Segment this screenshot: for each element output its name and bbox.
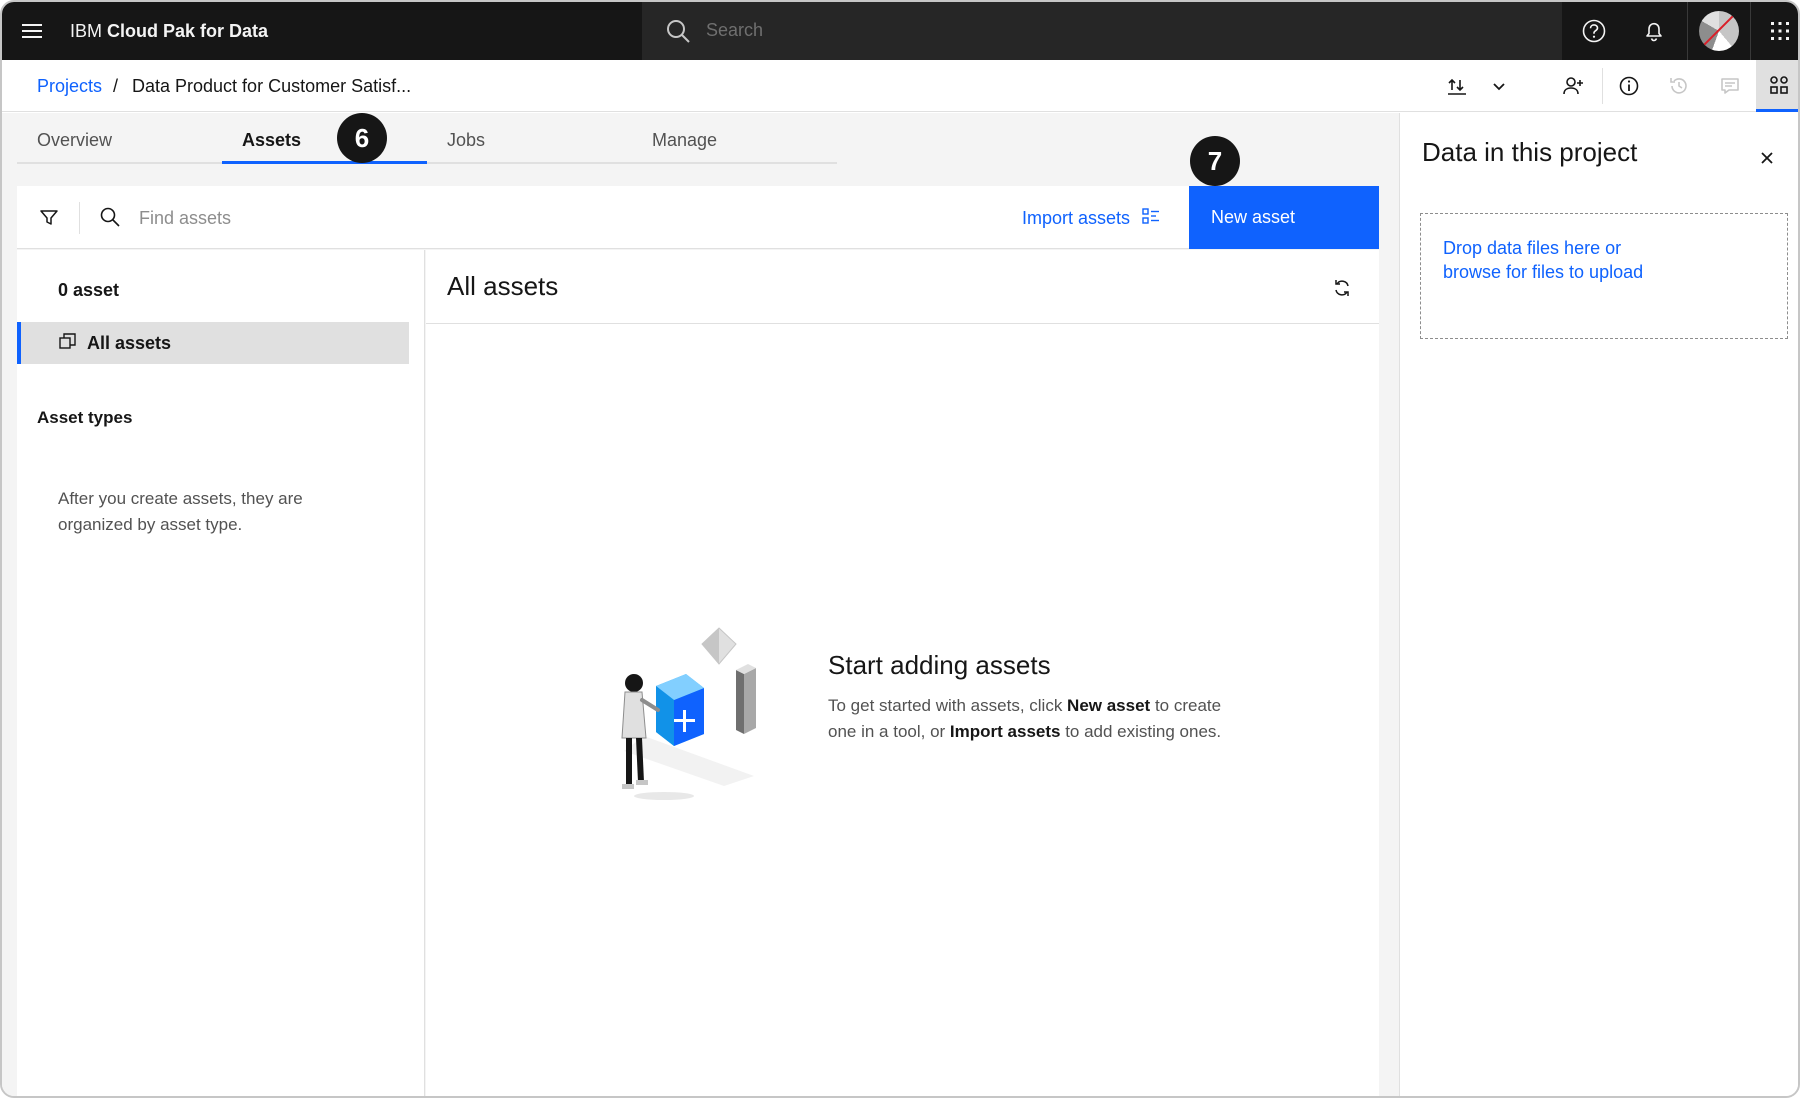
empty-body-text-1: To get started with assets, click [828,696,1068,715]
step-badge-7: 7 [1190,136,1240,186]
close-icon[interactable] [1752,143,1782,173]
import-assets-label: Import assets [1022,207,1131,228]
side-panel-title: Data in this project [1422,137,1638,167]
find-assets-input[interactable] [139,202,639,234]
toolbar-divider [79,202,80,234]
asset-count: 0 asset [58,280,120,300]
tab-jobs[interactable]: Jobs [427,113,632,164]
breadcrumb-bar: Projects / Data Product for Customer Sat… [2,60,1798,112]
app-window: IBM Cloud Pak for Data Search Projects /… [0,0,1800,1098]
search-icon [97,204,123,230]
chevron-down-icon[interactable] [1474,60,1524,112]
tab-assets[interactable]: Assets [222,113,427,164]
all-assets-label: All assets [87,332,172,353]
content-title: All assets [447,271,559,301]
brand-prefix: IBM [70,21,108,41]
breadcrumb-projects-link[interactable]: Projects [37,76,102,97]
search-placeholder: Search [706,20,764,40]
global-search[interactable]: Search [642,2,1562,60]
add-collaborator-icon[interactable] [1548,60,1598,112]
notification-icon[interactable] [1624,2,1684,60]
import-icon [1142,207,1160,230]
product-name[interactable]: IBM Cloud Pak for Data [70,20,268,42]
asset-types-heading: Asset types [37,408,133,427]
step-badge-6: 6 [337,113,387,163]
search-icon [664,17,692,45]
breadcrumb-separator: / [113,76,119,96]
global-header: IBM Cloud Pak for Data Search [2,2,1798,60]
content-header: All assets [426,250,1379,324]
empty-body-text-3: to add existing ones. [1060,722,1222,741]
empty-state-body: To get started with assets, click New as… [828,693,1228,745]
refresh-icon[interactable] [1324,270,1360,306]
asset-types-empty-note: After you create assets, they are organi… [58,489,303,534]
tab-manage[interactable]: Manage [632,113,837,164]
breadcrumb-current-project: Data Product for Customer Satisf... [132,76,412,96]
data-in-project-panel: Data in this project Drop data files her… [1399,113,1798,1096]
copy-icon [59,332,77,355]
empty-body-new-asset: New asset [1067,696,1151,715]
project-main: Overview Assets Jobs Manage Import asset… [2,113,1399,1096]
import-assets-button[interactable]: Import assets [1022,200,1160,236]
brand-name: Cloud Pak for Data [107,21,269,41]
assets-content: All assets Start adding assets To get st… [426,250,1379,1096]
all-assets-nav-item[interactable]: All assets [17,322,409,364]
project-tabs: Overview Assets Jobs Manage [17,113,842,164]
help-icon[interactable] [1564,2,1624,60]
filter-icon[interactable] [31,200,67,236]
dropzone-text[interactable]: Drop data files here or browse for files… [1443,236,1683,284]
empty-state-title: Start adding assets [828,650,1051,680]
assets-toolbar: Import assets New asset [17,186,1379,249]
tab-overview[interactable]: Overview [17,113,222,164]
new-asset-button[interactable]: New asset [1189,186,1379,249]
file-dropzone[interactable]: Drop data files here or browse for files… [1420,213,1788,339]
menu-icon[interactable] [14,14,50,48]
avatar [1699,11,1739,51]
data-panel-toggle-icon[interactable] [1756,60,1798,112]
asset-types-panel: 0 asset All assets Asset types After you… [17,250,425,1096]
empty-state-illustration [604,626,784,806]
user-avatar-button[interactable] [1687,2,1751,60]
app-switcher-icon[interactable] [1750,2,1798,60]
empty-body-import-assets: Import assets [949,722,1061,741]
history-icon[interactable] [1654,60,1704,112]
toolbar-divider [1602,68,1603,104]
info-icon[interactable] [1604,60,1654,112]
comments-icon[interactable] [1705,60,1755,112]
